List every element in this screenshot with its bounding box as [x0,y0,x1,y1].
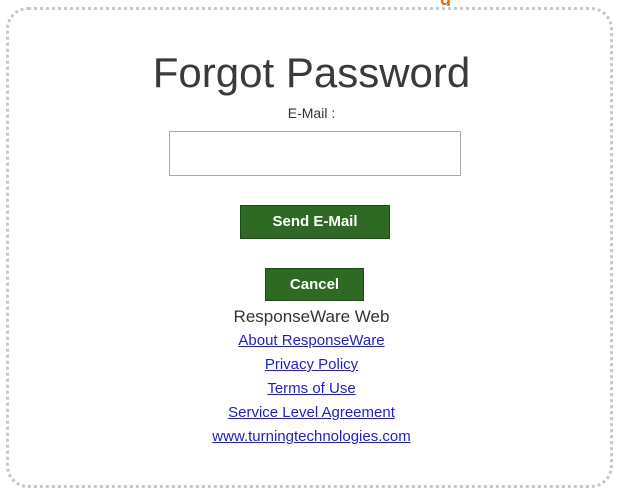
cropped-header-text: g [440,0,451,6]
send-email-button[interactable]: Send E-Mail [240,205,390,239]
cropped-header-fragment: g [440,0,470,6]
about-link[interactable]: About ResponseWare [0,329,623,353]
service-level-agreement-link[interactable]: Service Level Agreement [0,401,623,425]
footer: ResponseWare Web About ResponseWare Priv… [0,305,623,449]
terms-of-use-link[interactable]: Terms of Use [0,377,623,401]
cancel-button[interactable]: Cancel [265,268,364,301]
privacy-policy-link[interactable]: Privacy Policy [0,353,623,377]
email-label: E-Mail : [287,105,336,121]
email-field[interactable] [169,131,461,176]
page-title: Forgot Password [152,49,471,96]
website-link[interactable]: www.turningtechnologies.com [0,425,623,449]
footer-brand: ResponseWare Web [233,307,390,326]
